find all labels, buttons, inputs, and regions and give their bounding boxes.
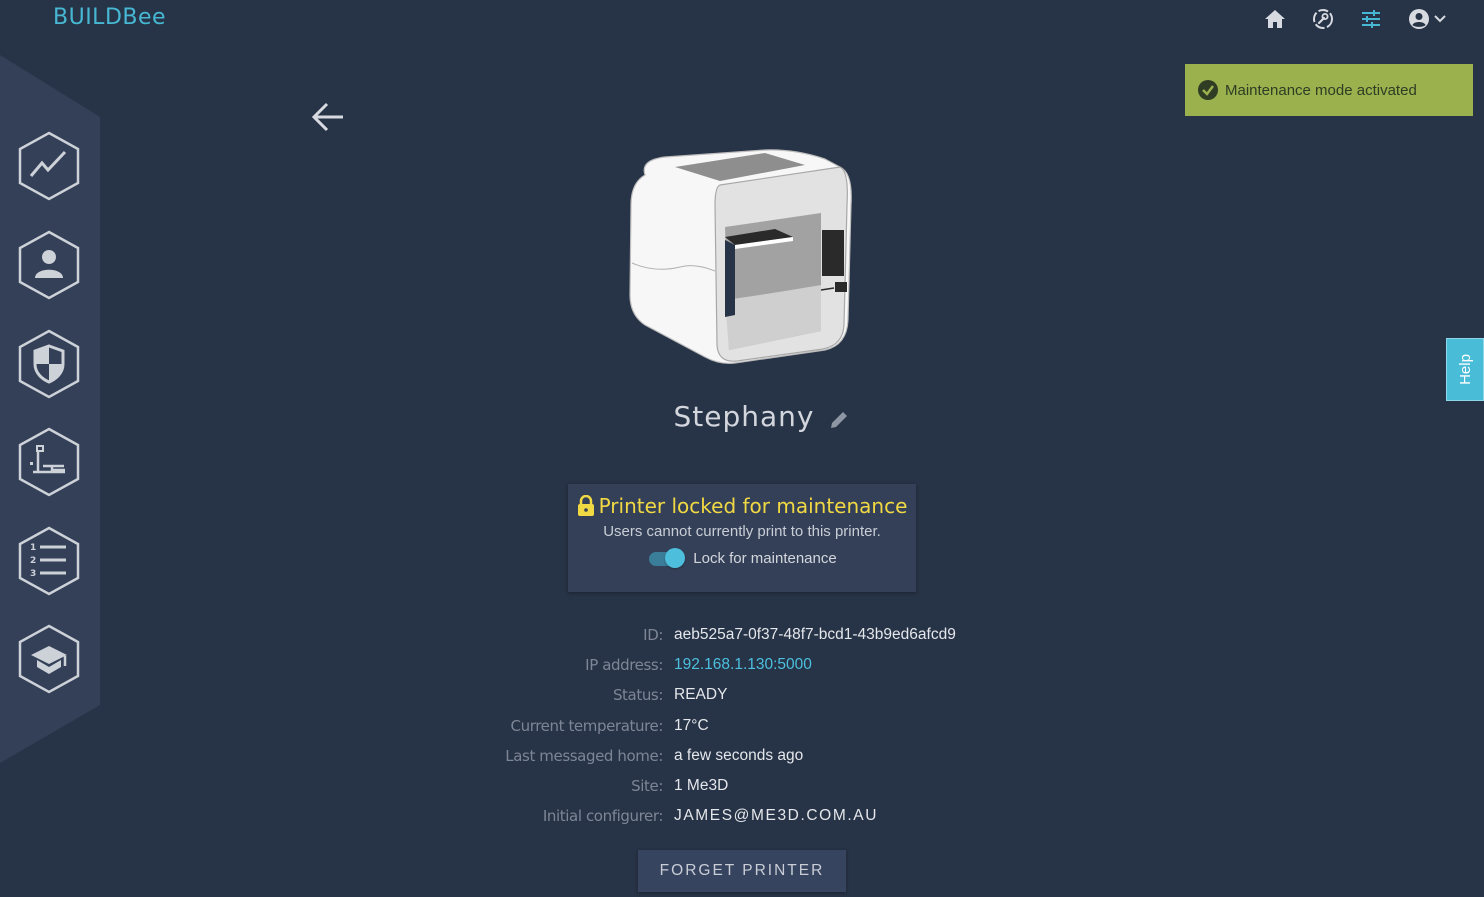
toast-message: Maintenance mode activated [1225, 81, 1417, 99]
sidebar-item-users[interactable] [16, 229, 82, 301]
detail-label: Initial configurer: [542, 807, 664, 826]
lock-title: Printer locked for maintenance [598, 494, 908, 518]
detail-row-temperature: Current temperature: 17°C [0, 711, 1484, 741]
arrow-left-icon [311, 102, 343, 132]
printer-icon [18, 427, 80, 497]
sidebar-item-analytics[interactable] [16, 130, 82, 202]
ip-address-link[interactable]: 192.168.1.130:5000 [674, 656, 812, 674]
sidebar-item-printers[interactable] [16, 426, 82, 498]
analytics-chart-icon [18, 131, 80, 201]
printer-name: Stephany [673, 400, 815, 433]
svg-text:1: 1 [30, 543, 36, 553]
printer-image [629, 149, 852, 364]
printer-details: ID: aeb525a7-0f37-48f7-bcd1-43b9ed6afcd9… [0, 620, 1484, 831]
detail-row-last-messaged: Last messaged home: a few seconds ago [0, 741, 1484, 771]
toggle-knob [665, 548, 686, 568]
numbered-list-icon: 1 2 3 [18, 526, 80, 596]
lock-toggle-row: Lock for maintenance [568, 548, 916, 568]
sidebar-item-queue[interactable]: 1 2 3 [16, 525, 82, 597]
check-circle-icon [1198, 80, 1218, 100]
detail-label: IP address: [585, 656, 663, 675]
detail-label: Status: [612, 686, 663, 705]
account-circle-icon [1408, 8, 1430, 30]
lock-title-row: Printer locked for maintenance [568, 494, 916, 518]
buildbee-logo[interactable]: BUILDBee [53, 5, 166, 30]
detail-label: Last messaged home: [505, 746, 663, 765]
back-button[interactable] [310, 100, 346, 134]
detail-value: 17°C [674, 716, 709, 734]
help-label: Help [1456, 354, 1474, 385]
security-shield-icon [18, 329, 80, 399]
svg-text:3: 3 [30, 569, 36, 579]
sidebar-item-security[interactable] [16, 328, 82, 400]
maintenance-lock-panel: Printer locked for maintenance Users can… [568, 484, 916, 592]
toast-notification: Maintenance mode activated [1185, 64, 1473, 116]
detail-row-configurer: Initial configurer: JAMES@ME3D.COM.AU [0, 801, 1484, 831]
user-icon [18, 230, 80, 300]
printer-name-row: Stephany [0, 400, 1484, 433]
svg-text:2: 2 [30, 556, 36, 566]
lock-subtitle: Users cannot currently print to this pri… [603, 523, 881, 540]
edit-pencil-icon[interactable] [828, 409, 850, 431]
lock-toggle-label: Lock for maintenance [693, 549, 837, 567]
lock-icon [577, 495, 594, 516]
account-menu[interactable] [1408, 8, 1446, 30]
detail-row-status: Status: READY [0, 680, 1484, 710]
detail-row-site: Site: 1 Me3D [0, 771, 1484, 801]
detail-label: Site: [631, 777, 663, 796]
detail-value: JAMES@ME3D.COM.AU [674, 807, 878, 825]
detail-value: a few seconds ago [674, 746, 804, 764]
chevron-down-icon [1434, 15, 1446, 23]
settings-sliders-icon[interactable] [1360, 8, 1382, 30]
help-tab[interactable]: Help [1446, 338, 1484, 401]
home-icon[interactable] [1264, 8, 1286, 30]
lock-maintenance-toggle[interactable] [647, 548, 686, 568]
detail-label: Current temperature: [510, 716, 664, 735]
detail-label: ID: [643, 626, 663, 645]
forget-printer-button[interactable]: FORGET PRINTER [638, 850, 846, 892]
detail-row-id: ID: aeb525a7-0f37-48f7-bcd1-43b9ed6afcd9 [0, 620, 1484, 650]
detail-value: aeb525a7-0f37-48f7-bcd1-43b9ed6afcd9 [674, 626, 956, 644]
detail-value: 1 Me3D [674, 777, 729, 795]
app-root: BUILDBee 1 2 3 Maintenance mode activate… [0, 0, 1484, 897]
detail-value: READY [674, 686, 728, 704]
top-navigation [1264, 8, 1446, 30]
maintenance-clock-icon[interactable] [1312, 8, 1334, 30]
detail-row-ip-address: IP address: 192.168.1.130:5000 [0, 650, 1484, 680]
